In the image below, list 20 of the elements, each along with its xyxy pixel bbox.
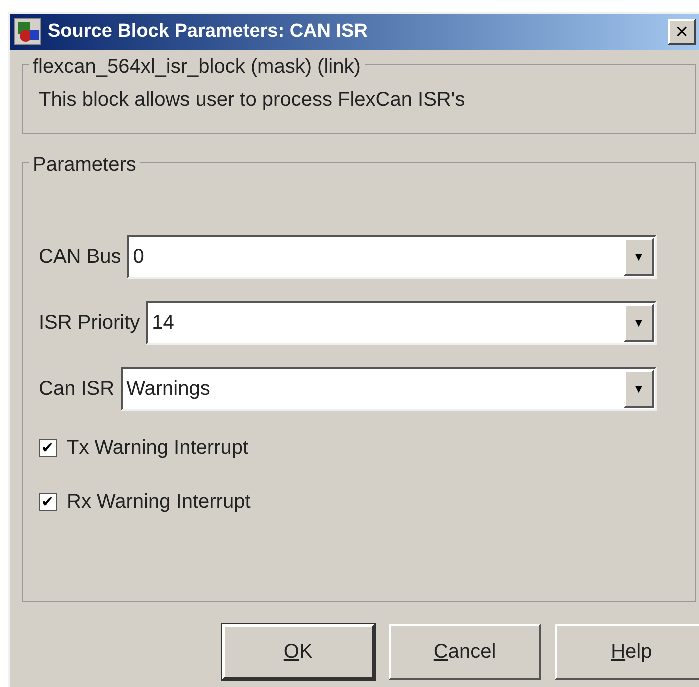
dropdown[interactable]: 0 ▼: [127, 235, 657, 279]
dialog-button[interactable]: Cancel: [388, 624, 542, 680]
field-label: Can ISR: [39, 377, 115, 402]
checkbox[interactable]: ✔: [39, 493, 57, 511]
checkbox-label: Tx Warning Interrupt: [67, 436, 249, 461]
dropdown-arrow-button[interactable]: ▼: [624, 238, 654, 276]
dialog-button[interactable]: Help: [555, 624, 699, 680]
app-icon: [14, 18, 42, 46]
block-description: This block allows user to process FlexCan ISR's: [39, 88, 466, 113]
checkbox[interactable]: ✔: [39, 439, 57, 457]
window-title: Source Block Parameters: CAN ISR: [48, 20, 369, 44]
dropdown[interactable]: 14 ▼: [146, 301, 657, 345]
dropdown[interactable]: Warnings ▼: [120, 367, 657, 411]
checkbox-label: Rx Warning Interrupt: [67, 490, 251, 515]
field-label: CAN Bus: [39, 245, 122, 270]
dialog-button[interactable]: OK: [222, 624, 375, 680]
dropdown-arrow-button[interactable]: ▼: [624, 370, 654, 408]
field-label: ISR Priority: [39, 311, 140, 336]
close-button[interactable]: ×: [668, 19, 696, 45]
dropdown-arrow-button[interactable]: ▼: [624, 304, 654, 342]
